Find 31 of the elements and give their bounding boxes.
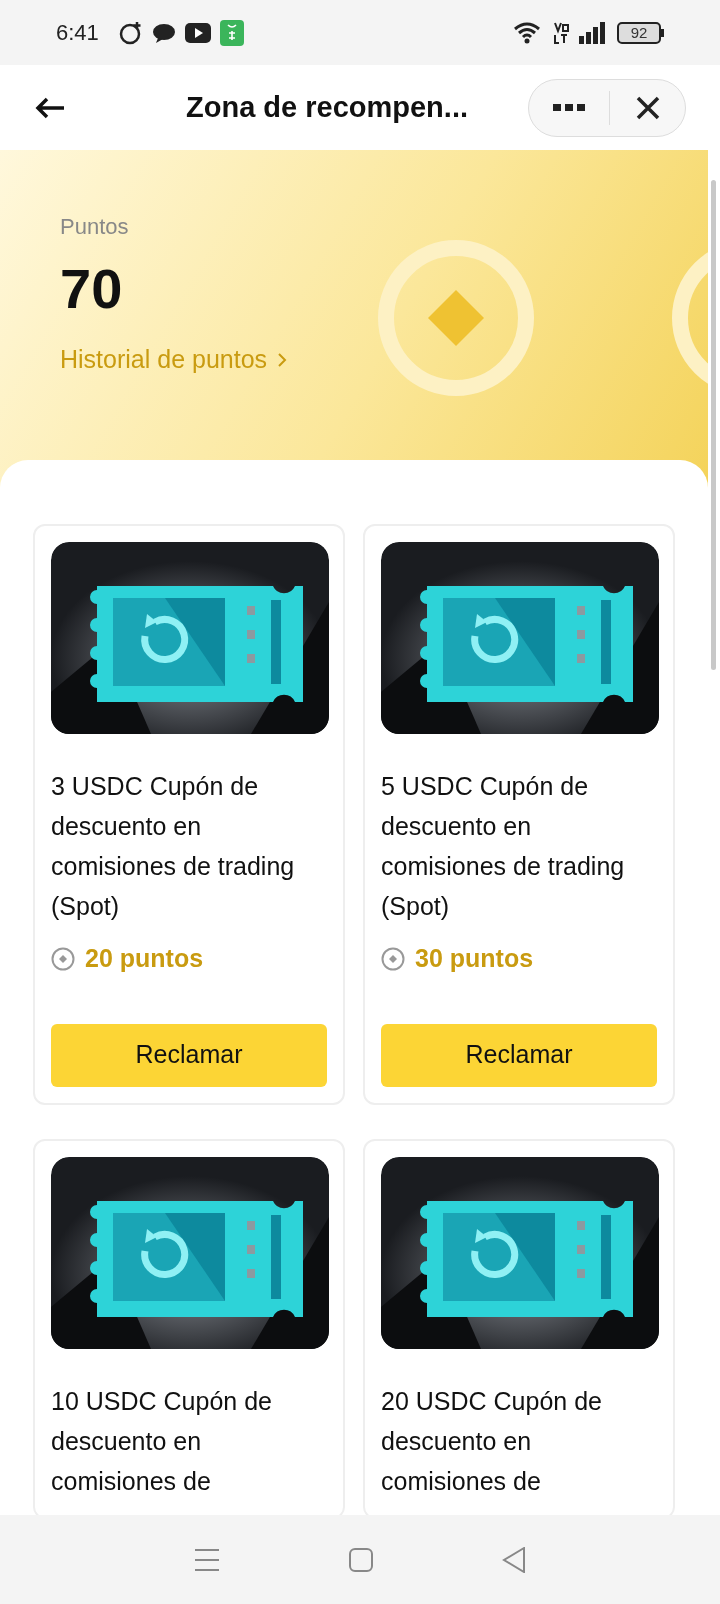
menu-icon[interactable] — [194, 1547, 221, 1572]
claim-button[interactable]: Reclamar — [381, 1023, 657, 1087]
reward-card[interactable]: 5 USDC Cupón de descuento en comisiones de trading (Spot) 30 puntos Reclamar — [363, 524, 675, 1105]
reward-title: 5 USDC Cupón de descuento en comisiones de trading (Spot) — [381, 771, 626, 922]
app-icon — [219, 19, 244, 46]
status-time: 6:41 — [56, 19, 99, 47]
coin-icon — [51, 946, 75, 971]
reward-title: 20 USDC Cupón de descuento en comisiones de — [381, 1385, 603, 1497]
signal-icon — [579, 21, 607, 44]
back-triangle-icon[interactable] — [501, 1546, 526, 1573]
play-icon — [184, 22, 211, 43]
speech-bubble-icon — [151, 21, 176, 44]
reward-card[interactable]: 3 USDC Cupón de descuento en comisiones de trading (Spot) 20 puntos Reclamar — [33, 524, 345, 1105]
reward-title: 3 USDC Cupón de descuento en comisiones de trading (Spot) — [51, 771, 296, 922]
back-arrow-icon[interactable] — [34, 95, 66, 120]
battery-icon: 92 — [617, 21, 664, 44]
page-title: Zona de recompen... — [186, 89, 468, 125]
reward-card[interactable]: 20 USDC Cupón de descuento en comisiones de — [363, 1138, 675, 1515]
more-icon[interactable] — [553, 102, 585, 113]
coin-icon — [381, 946, 405, 971]
points-cost: 30 puntos — [415, 943, 534, 974]
reward-card[interactable]: 10 USDC Cupón de descuento en comisiones de — [33, 1138, 345, 1515]
points-label: Puntos — [60, 213, 130, 241]
volte-icon — [553, 20, 569, 45]
chevron-right-icon — [277, 351, 288, 368]
points-cost: 20 puntos — [85, 943, 204, 974]
home-square-icon[interactable] — [349, 1547, 373, 1572]
claim-button[interactable]: Reclamar — [51, 1023, 327, 1087]
points-value: 70 — [60, 257, 124, 321]
close-icon[interactable] — [636, 95, 660, 120]
reward-title: 10 USDC Cupón de descuento en comisiones de — [51, 1385, 273, 1497]
